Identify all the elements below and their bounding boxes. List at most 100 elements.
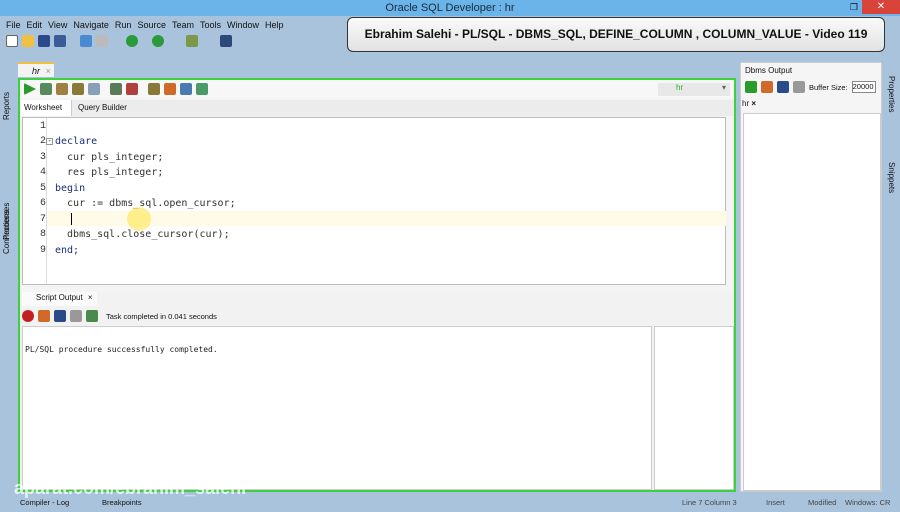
open-folder-icon[interactable] <box>22 35 34 47</box>
sql-tuning-icon[interactable] <box>148 83 160 95</box>
run-script-icon[interactable] <box>40 83 52 95</box>
code-line: begin <box>55 183 86 194</box>
doc-tab-close[interactable]: × <box>46 66 51 76</box>
tab-worksheet[interactable]: Worksheet <box>20 100 72 116</box>
code-line: cur := dbms_sql.open_cursor; <box>55 198 236 209</box>
dbms-output-title: Dbms Output <box>745 66 793 75</box>
forward-icon[interactable] <box>152 35 164 47</box>
line-number: 2 <box>39 136 46 147</box>
buffer-size-input[interactable]: 20000 <box>851 81 876 93</box>
line-number: 5 <box>39 183 46 194</box>
breakpoints-tab[interactable]: Breakpoints <box>102 498 142 507</box>
commit-db-icon[interactable] <box>110 83 122 95</box>
add-icon[interactable] <box>745 81 757 93</box>
text-cursor <box>71 213 72 225</box>
explain-plan-icon[interactable] <box>72 83 84 95</box>
code-editor[interactable]: 1 2 3 4 5 6 7 8 9 - declare cur pls_inte… <box>22 117 726 285</box>
sidebar-properties[interactable]: Properties <box>887 76 896 112</box>
line-number: 1 <box>39 121 46 132</box>
right-sidebar: Properties Snippets <box>884 62 900 492</box>
dbms-output-panel: Dbms Output Buffer Size: 20000 hr × <box>740 62 882 492</box>
menu-run[interactable]: Run <box>115 17 132 33</box>
run-statement-icon[interactable] <box>24 83 36 95</box>
code-line: res pls_integer; <box>55 167 164 178</box>
clear-icon[interactable] <box>38 310 50 322</box>
tab-script-output[interactable]: Script Output × <box>22 292 97 306</box>
print-icon[interactable] <box>70 310 82 322</box>
title-bar: Oracle SQL Developer : hr ❐ ✕ <box>0 0 900 16</box>
line-number: 9 <box>39 245 46 256</box>
dbms-tab-label: hr <box>742 99 750 108</box>
commit-icon[interactable] <box>56 83 68 95</box>
code-line: cur pls_integer; <box>55 152 164 163</box>
doc-tab-label: hr <box>32 66 41 76</box>
line-gutter: 1 2 3 4 5 6 7 8 9 - <box>23 118 53 284</box>
new-icon[interactable] <box>6 35 18 47</box>
sidebar-snippets[interactable]: Snippets <box>887 162 896 193</box>
run-script-icon[interactable] <box>86 310 98 322</box>
sidebar-reports[interactable]: Reports <box>2 92 11 120</box>
mouse-highlight <box>127 207 151 231</box>
rollback-icon[interactable] <box>126 83 138 95</box>
redo-icon[interactable] <box>96 35 108 47</box>
menu-view[interactable]: View <box>48 17 67 33</box>
autotrace-icon[interactable] <box>88 83 100 95</box>
clear-icon[interactable] <box>164 83 176 95</box>
save-icon[interactable] <box>54 310 66 322</box>
menu-team[interactable]: Team <box>172 17 194 33</box>
code-line: dbms_sql.close_cursor(cur); <box>55 229 230 240</box>
worksheet-editor: hr ▾ Worksheet Query Builder 1 2 3 4 5 6 … <box>18 78 736 492</box>
format-icon[interactable] <box>196 83 208 95</box>
main-toolbar <box>6 35 232 51</box>
document-tab-hr[interactable]: hr × <box>18 62 54 77</box>
script-output-close[interactable]: × <box>88 293 93 302</box>
menu-navigate[interactable]: Navigate <box>73 17 109 33</box>
menu-edit[interactable]: Edit <box>27 17 43 33</box>
menu-file[interactable]: File <box>6 17 21 33</box>
clear-icon[interactable] <box>761 81 773 93</box>
save-icon[interactable] <box>777 81 789 93</box>
connection-select[interactable]: hr ▾ <box>658 83 730 96</box>
menu-tools[interactable]: Tools <box>200 17 221 33</box>
undo-icon[interactable] <box>80 35 92 47</box>
dbms-connection-tab[interactable]: hr × <box>741 99 881 113</box>
back-icon[interactable] <box>126 35 138 47</box>
save-all-icon[interactable] <box>54 35 66 47</box>
tab-query-builder[interactable]: Query Builder <box>74 100 131 116</box>
menu-source[interactable]: Source <box>137 17 166 33</box>
sidebar-connections[interactable]: Connections <box>2 210 11 254</box>
restore-button[interactable]: ❐ <box>850 2 858 13</box>
script-output-label: Script Output <box>36 293 83 302</box>
save-icon[interactable] <box>38 35 50 47</box>
task-status: Task completed in 0.041 seconds <box>106 311 217 321</box>
output-text-area[interactable]: PL/SQL procedure successfully completed. <box>22 326 652 490</box>
compiler-log-tab[interactable]: Compiler - Log <box>20 498 69 507</box>
cursor-position: Line 7 Column 3 <box>682 498 737 507</box>
history-icon[interactable] <box>180 83 192 95</box>
video-banner: Ebrahim Salehi - PL/SQL - DBMS_SQL, DEFI… <box>347 17 885 52</box>
pin-icon[interactable] <box>22 310 34 322</box>
output-text: PL/SQL procedure successfully completed. <box>25 345 218 354</box>
script-output-panel: Script Output × Task completed in 0.041 … <box>20 292 734 490</box>
status-bar: Compiler - Log Breakpoints Line 7 Column… <box>0 495 900 512</box>
menu-window[interactable]: Window <box>227 17 259 33</box>
line-number: 7 <box>39 214 46 225</box>
editor-toolbar: hr ▾ <box>20 80 734 98</box>
line-number: 4 <box>39 167 46 178</box>
sql-icon[interactable] <box>186 35 198 47</box>
output-side-pane <box>654 326 734 490</box>
print-icon[interactable] <box>793 81 805 93</box>
close-button[interactable]: ✕ <box>862 0 900 14</box>
left-sidebar: Reports Processes Connections <box>0 62 16 492</box>
fold-icon[interactable]: - <box>46 138 53 145</box>
binoculars-icon[interactable] <box>220 35 232 47</box>
window-title: Oracle SQL Developer : hr <box>385 2 515 14</box>
line-number: 8 <box>39 229 46 240</box>
line-ending: Windows: CR <box>845 498 891 507</box>
dbms-tab-close[interactable]: × <box>751 99 756 108</box>
dbms-output-area[interactable] <box>743 113 881 491</box>
menu-help[interactable]: Help <box>265 17 284 33</box>
worksheet-tabs: Worksheet Query Builder <box>20 100 734 116</box>
line-number: 6 <box>39 198 46 209</box>
